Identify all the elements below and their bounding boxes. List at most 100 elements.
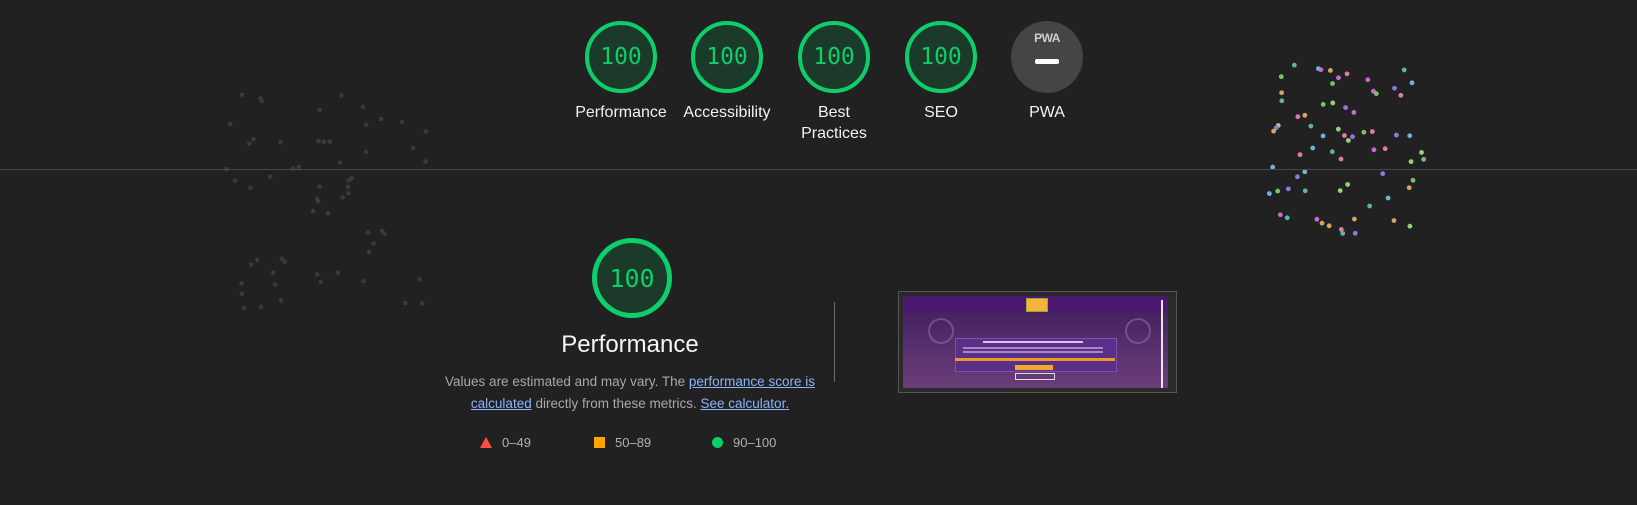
best-practices-score: 100 — [798, 21, 870, 93]
confetti-dot — [310, 208, 316, 214]
pwa-badge: PWA — [1011, 21, 1083, 93]
performance-main-score: 100 — [592, 238, 672, 318]
confetti-dot — [1284, 215, 1290, 221]
confetti-dot — [335, 270, 341, 276]
confetti-dot — [1297, 152, 1303, 158]
confetti-dot — [345, 184, 351, 190]
legend-average: 50–89 — [594, 435, 651, 450]
legend-pass-range: 90–100 — [733, 435, 777, 450]
performance-main-gauge: 100 — [592, 238, 672, 318]
screenshot-image — [903, 296, 1168, 388]
score-legend: 0–49 50–89 90–100 — [480, 435, 800, 455]
confetti-dot — [258, 304, 264, 310]
header-divider — [0, 169, 1637, 170]
fail-triangle-icon — [480, 437, 492, 448]
confetti-dot — [241, 305, 247, 311]
gauge-performance[interactable]: 100 Performance — [566, 21, 676, 123]
confetti-dot — [423, 159, 428, 164]
seo-label: SEO — [924, 104, 958, 121]
confetti-dot — [1295, 174, 1300, 180]
confetti-dot — [371, 241, 376, 246]
confetti-dot — [1302, 188, 1308, 194]
confetti-dot — [239, 291, 245, 297]
confetti-dot — [254, 257, 260, 263]
legend-fail-range: 0–49 — [502, 435, 531, 450]
confetti-dot — [365, 230, 371, 235]
legend-fail: 0–49 — [480, 435, 531, 450]
confetti-dot — [1385, 195, 1391, 201]
confetti-dot — [361, 279, 366, 284]
performance-score: 100 — [585, 21, 657, 93]
performance-description: Values are estimated and may vary. The p… — [440, 371, 820, 415]
confetti-dot — [1326, 223, 1332, 229]
confetti-dot — [346, 190, 351, 196]
confetti-dot — [417, 276, 422, 282]
confetti-dot — [419, 301, 425, 306]
confetti-dot — [325, 211, 331, 216]
desc-middle: directly from these metrics. — [531, 396, 701, 411]
confetti-dot — [278, 298, 284, 303]
confetti-dot — [1340, 230, 1346, 236]
see-calculator-link[interactable]: See calculator. — [701, 396, 790, 411]
confetti-dot — [340, 194, 345, 200]
confetti-dot — [337, 160, 343, 165]
confetti-dot — [318, 279, 324, 285]
pass-circle-icon — [712, 437, 723, 448]
confetti-dot — [1367, 203, 1373, 209]
confetti-dot — [1314, 216, 1320, 222]
gauge-pwa[interactable]: PWA PWA — [992, 21, 1102, 123]
confetti-dot — [279, 256, 285, 261]
confetti-dot — [317, 184, 322, 189]
gauge-best-practices[interactable]: 100 Best Practices — [779, 21, 889, 144]
confetti-dot — [270, 270, 276, 276]
confetti-dot — [1275, 188, 1281, 194]
gauge-accessibility[interactable]: 100 Accessibility — [672, 21, 782, 123]
average-square-icon — [594, 437, 605, 448]
confetti-dot — [239, 281, 244, 286]
confetti-dot — [379, 228, 385, 234]
vertical-separator — [834, 302, 835, 382]
confetti-dot — [1407, 223, 1413, 229]
confetti-dot — [267, 174, 273, 179]
seo-score: 100 — [905, 21, 977, 93]
confetti-dot — [1285, 186, 1291, 192]
pwa-label: PWA — [1029, 104, 1065, 121]
desc-prefix: Values are estimated and may vary. The — [445, 374, 689, 389]
pwa-badge-text: PWA — [1034, 31, 1060, 45]
confetti-dot — [314, 272, 320, 277]
confetti-dot — [1351, 216, 1357, 222]
confetti-dot — [1408, 159, 1414, 165]
confetti-dot — [1338, 156, 1344, 162]
pwa-dash-icon — [1035, 59, 1059, 64]
accessibility-label: Accessibility — [683, 104, 771, 121]
page-screenshot-thumbnail[interactable] — [898, 291, 1177, 393]
confetti-dot — [1337, 188, 1343, 194]
performance-label: Performance — [575, 104, 667, 121]
gauge-seo[interactable]: 100 SEO — [886, 21, 996, 123]
confetti-dot — [248, 185, 253, 191]
confetti-dot — [1302, 169, 1308, 175]
confetti-dot — [1406, 185, 1412, 191]
best-practices-label: Best Practices — [801, 104, 867, 142]
confetti-dot — [248, 262, 254, 267]
confetti-dot — [366, 249, 372, 255]
confetti-dot — [1352, 230, 1358, 236]
confetti-dot — [314, 196, 320, 202]
confetti-dot — [272, 282, 278, 287]
confetti-dot — [1391, 218, 1397, 223]
confetti-dot — [1319, 220, 1325, 226]
legend-average-range: 50–89 — [615, 435, 652, 450]
confetti-dot — [1410, 177, 1416, 183]
confetti-dot — [402, 300, 408, 306]
confetti-dot — [1266, 191, 1272, 196]
category-gauges: 100 Performance 100 Accessibility 100 Be… — [0, 21, 1637, 151]
legend-pass: 90–100 — [712, 435, 776, 450]
confetti-dot — [232, 178, 238, 183]
performance-title: Performance — [561, 331, 699, 358]
confetti-dot — [349, 176, 354, 181]
confetti-dot — [1277, 212, 1283, 218]
accessibility-score: 100 — [691, 21, 763, 93]
confetti-dot — [1421, 156, 1427, 162]
confetti-dot — [1345, 182, 1351, 187]
confetti-dot — [1380, 171, 1386, 177]
